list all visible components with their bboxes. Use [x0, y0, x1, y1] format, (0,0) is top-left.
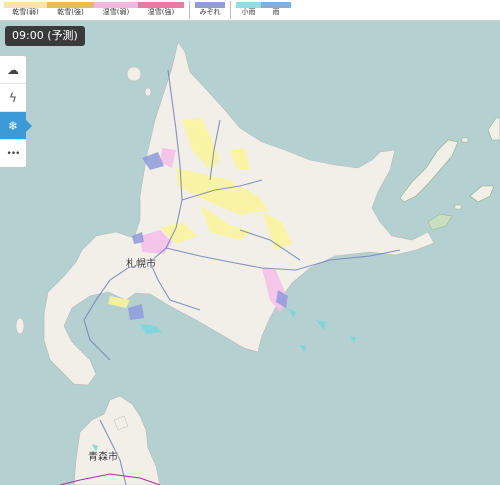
legend-item-light-rain: 小雨 [236, 2, 261, 19]
legend-label: 小雨 [241, 8, 256, 16]
legend-label: 湿雪(強) [147, 8, 175, 16]
legend-label: みぞれ [199, 8, 221, 16]
rain-cloud-icon[interactable]: ☁ [0, 56, 26, 84]
legend-label: 乾雪(弱) [12, 8, 39, 16]
legend-item-rain: 雨 [261, 2, 291, 19]
forecast-time-badge[interactable]: 09:00 (予測) [5, 26, 85, 46]
legend-item-wet-snow-strong: 湿雪(強) [138, 2, 184, 19]
legend-item-wet-snow-weak: 湿雪(弱) [94, 2, 138, 19]
legend-divider [189, 1, 190, 19]
legend-label: 乾雪(強) [57, 8, 84, 16]
layer-toolbar: ☁ ϟ ❄ ••• [0, 55, 32, 168]
lightning-icon[interactable]: ϟ [0, 84, 26, 112]
legend-item-dry-snow-weak: 乾雪(弱) [4, 2, 47, 19]
legend-item-dry-snow-strong: 乾雪(強) [47, 2, 94, 19]
city-label-aomori: 青森市 [88, 452, 118, 463]
precipitation-legend: 乾雪(弱) 乾雪(強) 湿雪(弱) 湿雪(強) みぞれ 小雨 雨 [0, 0, 500, 21]
legend-label: 湿雪(弱) [102, 8, 130, 16]
city-label-sapporo: 札幌市 [126, 259, 156, 270]
legend-item-sleet: みぞれ [195, 2, 225, 19]
weather-map[interactable] [0, 0, 500, 485]
legend-label: 雨 [272, 8, 280, 16]
snowflake-icon[interactable]: ❄ [0, 112, 32, 140]
more-icon[interactable]: ••• [0, 140, 26, 167]
legend-divider [230, 1, 231, 19]
